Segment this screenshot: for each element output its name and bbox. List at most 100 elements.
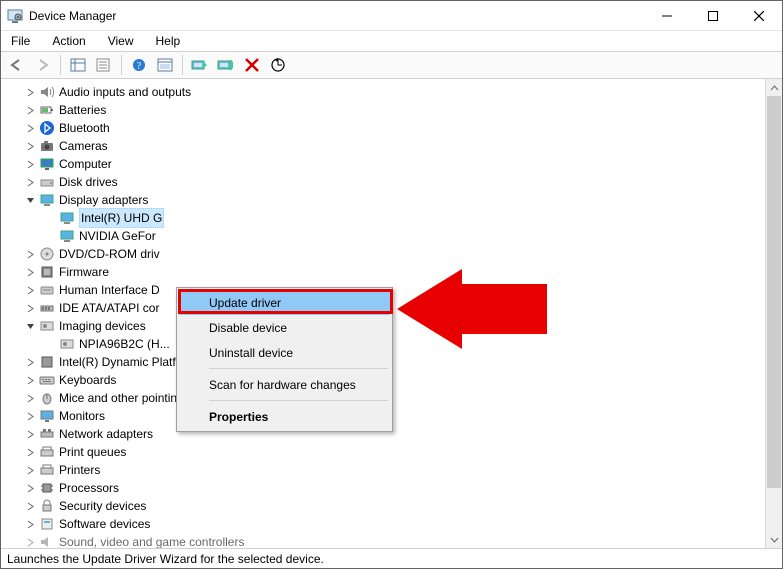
scroll-down-button[interactable] [766,531,782,548]
uninstall-button[interactable] [214,54,238,76]
collapse-icon[interactable] [25,321,36,332]
context-item-disable-device[interactable]: Disable device [179,315,390,340]
scan-button[interactable] [266,54,290,76]
tree-category-batteries[interactable]: Batteries [39,101,761,119]
scroll-track[interactable] [766,96,782,531]
tree-category-disk[interactable]: Disk drives [39,173,761,191]
bluetooth-icon [39,120,55,136]
tree-item-intel-uhd[interactable]: Intel(R) UHD G [59,209,761,227]
display-adapter-icon [59,228,75,244]
close-button[interactable] [736,1,782,30]
expand-icon[interactable] [25,429,36,440]
forward-button[interactable] [31,54,55,76]
tree-category-processors[interactable]: Processors [39,479,761,497]
expand-icon[interactable] [25,393,36,404]
network-icon [39,426,55,442]
window-controls [644,1,782,30]
tree-label: Software devices [59,515,150,533]
context-item-update-driver[interactable]: Update driver [179,290,390,315]
tree-category-monitors[interactable]: Monitors [39,407,761,425]
tree-label: Network adapters [59,425,153,443]
expand-icon[interactable] [25,357,36,368]
expand-icon[interactable] [25,483,36,494]
tree-label: Firmware [59,263,109,281]
properties-button[interactable] [92,54,116,76]
help-button[interactable]: ? [127,54,151,76]
expand-icon[interactable] [25,105,36,116]
tree-category-computer[interactable]: Computer [39,155,761,173]
expand-icon[interactable] [25,519,36,530]
toolbar-separator [121,55,122,75]
camera-icon [39,138,55,154]
expand-icon[interactable] [25,249,36,260]
tree-category-keyboards[interactable]: Keyboards [39,371,761,389]
content-area: Audio inputs and outputs Batteries Bluet… [1,79,782,548]
expand-icon[interactable] [25,465,36,476]
tree-category-sound[interactable]: Sound, video and game controllers [39,533,761,548]
toolbar-separator [60,55,61,75]
tree-label: Intel(R) UHD G [79,208,164,228]
context-item-scan[interactable]: Scan for hardware changes [179,372,390,397]
tree-category-bluetooth[interactable]: Bluetooth [39,119,761,137]
scroll-thumb[interactable] [767,96,781,488]
expand-icon[interactable] [25,141,36,152]
tree-category-firmware[interactable]: Firmware [39,263,761,281]
tree-category-network[interactable]: Network adapters [39,425,761,443]
collapse-icon[interactable] [25,195,36,206]
vertical-scrollbar[interactable] [765,79,782,548]
expand-icon[interactable] [25,285,36,296]
expand-icon[interactable] [25,375,36,386]
tree-label: Audio inputs and outputs [59,83,191,101]
action-button[interactable] [153,54,177,76]
show-hide-console-button[interactable] [66,54,90,76]
expand-icon[interactable] [25,177,36,188]
expand-icon[interactable] [25,267,36,278]
tree-category-mice[interactable]: Mice and other pointing devices [39,389,761,407]
context-item-properties[interactable]: Properties [179,404,390,429]
status-text: Launches the Update Driver Wizard for th… [7,552,324,566]
tree-category-audio[interactable]: Audio inputs and outputs [39,83,761,101]
expand-icon[interactable] [25,501,36,512]
tree-category-security[interactable]: Security devices [39,497,761,515]
statusbar: Launches the Update Driver Wizard for th… [1,548,782,568]
expand-icon[interactable] [25,87,36,98]
tree-label: NVIDIA GeFor [79,227,156,245]
menu-action[interactable]: Action [48,32,89,50]
expand-icon[interactable] [25,303,36,314]
expand-icon[interactable] [25,537,36,548]
back-button[interactable] [5,54,29,76]
expand-icon[interactable] [25,123,36,134]
menu-view[interactable]: View [104,32,138,50]
keyboard-icon [39,372,55,388]
tree-category-dvd[interactable]: DVD/CD-ROM driv [39,245,761,263]
tree-category-hid[interactable]: Human Interface D [39,281,761,299]
tree-category-platform[interactable]: Intel(R) Dynamic Platform and Thermal Fr… [39,353,761,371]
device-manager-window: Device Manager File Action View Help ? [0,0,783,569]
tree-category-printers[interactable]: Printers [39,461,761,479]
expand-icon[interactable] [25,411,36,422]
tree-item-npia[interactable]: NPIA96B2C (H... [59,335,761,353]
expand-icon[interactable] [25,447,36,458]
context-item-uninstall-device[interactable]: Uninstall device [179,340,390,365]
expand-icon[interactable] [25,159,36,170]
tree-category-imaging[interactable]: Imaging devices [39,317,761,335]
imaging-icon [39,318,55,334]
tree-category-ide[interactable]: IDE ATA/ATAPI cor [39,299,761,317]
tree-category-cameras[interactable]: Cameras [39,137,761,155]
software-icon [39,516,55,532]
update-driver-button[interactable] [188,54,212,76]
tree-category-display[interactable]: Display adapters [39,191,761,209]
tree-category-software[interactable]: Software devices [39,515,761,533]
tree-label: Human Interface D [59,281,160,299]
menu-help[interactable]: Help [152,32,185,50]
disable-button[interactable] [240,54,264,76]
minimize-button[interactable] [644,1,690,30]
printer-icon [39,462,55,478]
tree-category-printq[interactable]: Print queues [39,443,761,461]
menu-file[interactable]: File [7,32,34,50]
tree-label: Batteries [59,101,106,119]
scroll-up-button[interactable] [766,79,782,96]
maximize-button[interactable] [690,1,736,30]
tree-item-nvidia[interactable]: NVIDIA GeFor [59,227,761,245]
window-title: Device Manager [29,9,644,23]
